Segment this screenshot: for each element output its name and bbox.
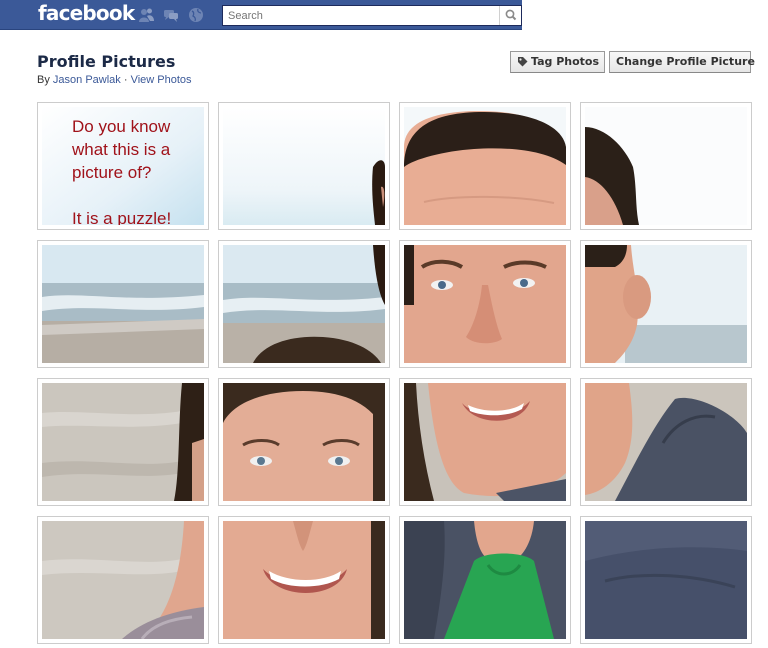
- blue-header-bar: facebook: [0, 0, 522, 30]
- photo-tile-9[interactable]: [37, 378, 209, 506]
- byline: By Jason Pawlak · View Photos: [37, 74, 192, 86]
- photo-tile-13[interactable]: [37, 516, 209, 644]
- tag-photos-label: Tag Photos: [531, 55, 600, 68]
- tag-photos-button[interactable]: Tag Photos: [510, 51, 605, 73]
- photo-tile-1[interactable]: Do you know what this is a picture of? I…: [37, 102, 209, 230]
- photo-tile-7[interactable]: [399, 240, 571, 368]
- sand-photo: [42, 383, 204, 501]
- smile-photo: [404, 383, 566, 501]
- photo-tile-2[interactable]: [218, 102, 390, 230]
- smile-photo: [223, 521, 385, 639]
- notifications-globe-icon[interactable]: [188, 7, 204, 23]
- messages-icon[interactable]: [163, 7, 179, 23]
- change-profile-picture-label: Change Profile Picture: [616, 55, 755, 68]
- face-photo: [404, 107, 566, 225]
- view-photos-link[interactable]: View Photos: [131, 74, 192, 86]
- author-link[interactable]: Jason Pawlak: [53, 74, 121, 86]
- green-shirt-photo: [404, 521, 566, 639]
- top-bar: facebook: [0, 0, 768, 30]
- sky-photo: [223, 107, 385, 225]
- tag-icon: [518, 57, 528, 67]
- photo-tile-6[interactable]: [218, 240, 390, 368]
- photo-tile-10[interactable]: [218, 378, 390, 506]
- search-button[interactable]: [499, 6, 521, 25]
- ear-beach-photo: [585, 245, 747, 363]
- search-box: [222, 5, 522, 26]
- by-prefix: By: [37, 74, 50, 86]
- jacket-photo: [585, 521, 747, 639]
- beach-hair-photo: [223, 245, 385, 363]
- photo-tile-16[interactable]: [580, 516, 752, 644]
- photo-tile-3[interactable]: [399, 102, 571, 230]
- photo-tile-14[interactable]: [218, 516, 390, 644]
- hair-photo: [585, 107, 747, 225]
- friends-icon[interactable]: [138, 7, 154, 23]
- byline-separator: ·: [123, 74, 128, 86]
- photo-tile-15[interactable]: [399, 516, 571, 644]
- facebook-logo[interactable]: facebook: [38, 1, 135, 25]
- photo-tile-11[interactable]: [399, 378, 571, 506]
- beach-photo: [42, 245, 204, 363]
- photo-tile-8[interactable]: [580, 240, 752, 368]
- jacket-photo: [585, 383, 747, 501]
- search-input[interactable]: [223, 6, 499, 25]
- sand-shoulder-photo: [42, 521, 204, 639]
- face-photo: [223, 383, 385, 501]
- photo-tile-4[interactable]: [580, 102, 752, 230]
- puzzle-caption: Do you know what this is a picture of? I…: [72, 117, 172, 225]
- photo-tile-12[interactable]: [580, 378, 752, 506]
- search-icon: [505, 9, 517, 21]
- change-profile-picture-button[interactable]: Change Profile Picture: [609, 51, 755, 73]
- photo-tile-5[interactable]: [37, 240, 209, 368]
- face-photo: [404, 245, 566, 363]
- page-title: Profile Pictures: [37, 52, 176, 71]
